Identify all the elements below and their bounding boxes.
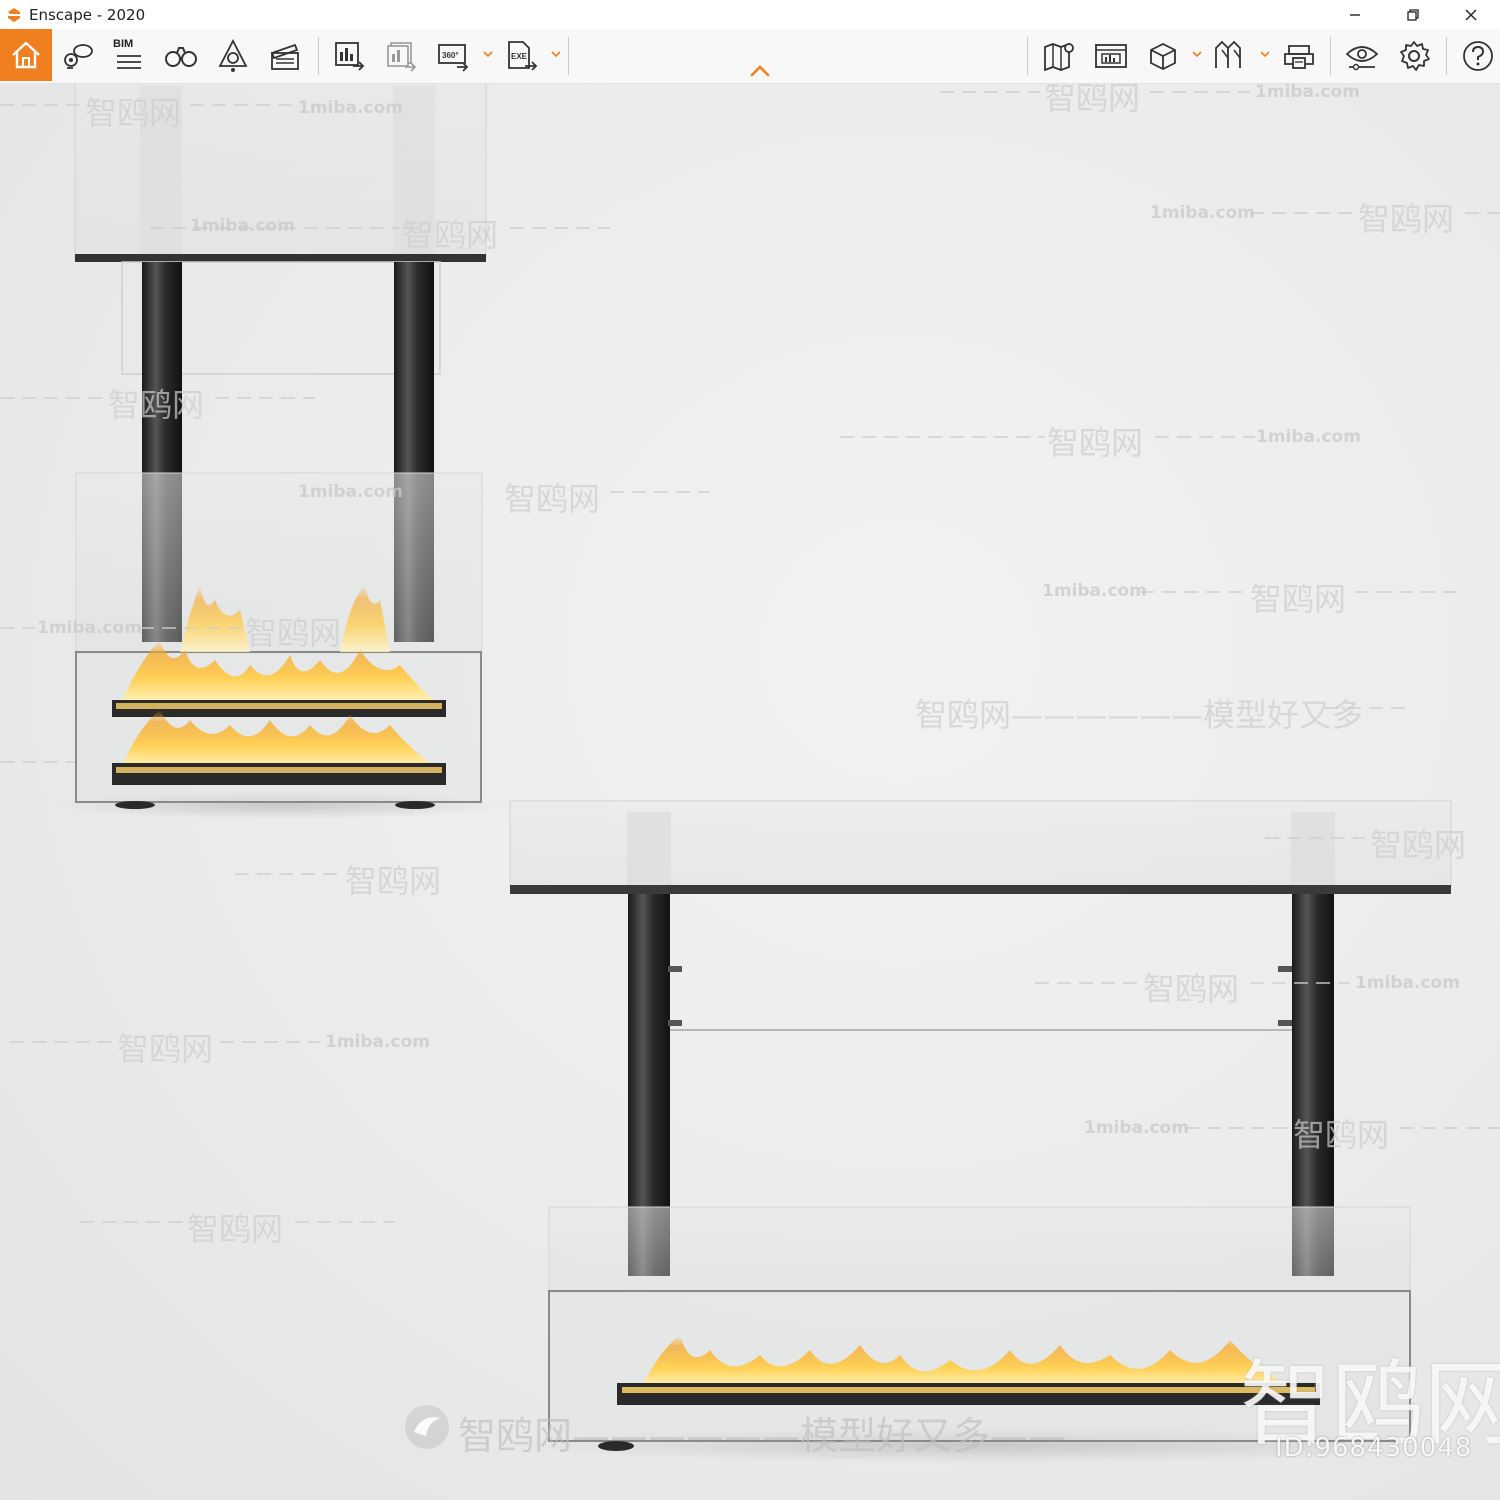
- watermark-brand: 智鸥网: [1044, 84, 1141, 117]
- watermark-domain: 1miba.com: [298, 482, 403, 502]
- chevron-down-icon[interactable]: [481, 47, 495, 61]
- bim-button[interactable]: [106, 33, 152, 79]
- watermark-domain: 1miba.com: [37, 618, 142, 638]
- video-editor-icon: [1095, 44, 1127, 68]
- chevron-down-icon[interactable]: [549, 47, 563, 61]
- binoculars-icon: [165, 47, 197, 67]
- render-viewport[interactable]: 智鸥网 1miba.com 1miba.com 智鸥网 智鸥网 1miba.co…: [0, 84, 1500, 1500]
- watermark-brand: 智鸥网: [187, 1210, 284, 1248]
- window-controls: [1326, 0, 1500, 29]
- toolbar-separator: [1027, 37, 1028, 75]
- restore-icon: [1407, 8, 1419, 21]
- minimize-icon: [1350, 13, 1360, 16]
- eye-settings-icon: [1345, 46, 1379, 71]
- watermark-domain: 1miba.com: [1256, 427, 1361, 447]
- side-view-model: [50, 84, 510, 819]
- window-title: Enscape - 2020: [29, 5, 146, 24]
- toolbar-separator: [1446, 37, 1447, 75]
- batch-render-icon: [387, 42, 417, 72]
- fireplace-render-image: [0, 84, 1500, 1463]
- watermark-id: ID:968430048: [1275, 1433, 1473, 1463]
- panorama-button[interactable]: 360°: [430, 33, 476, 79]
- watermark-domain: 1miba.com: [325, 1032, 430, 1052]
- minimize-button[interactable]: [1326, 0, 1384, 29]
- watermark-domain: 1miba.com: [1355, 973, 1460, 993]
- watermark-brand: 智鸥网: [245, 614, 342, 652]
- watermark-domain: 1miba.com: [1150, 203, 1255, 223]
- export-exe-label: EXE: [511, 52, 528, 61]
- watermark-brand: 智鸥网: [1047, 424, 1144, 462]
- visual-settings-icon: [218, 39, 248, 72]
- clapperboard-icon: [270, 43, 299, 70]
- chevron-down-icon[interactable]: [1190, 47, 1204, 61]
- enscape-logo-icon: [8, 7, 20, 22]
- toolbar-separator: [318, 37, 319, 75]
- visual-settings-button[interactable]: [210, 33, 256, 79]
- cube-view-button[interactable]: [1140, 33, 1186, 79]
- help-icon: [1463, 41, 1493, 71]
- watermark-brand: 智鸥网: [345, 862, 442, 900]
- toolbar-separator: [568, 37, 569, 75]
- collapse-toolbar-button[interactable]: [745, 57, 775, 85]
- multi-views-icon: [1215, 40, 1241, 68]
- watermark-brand: 智鸥网: [1250, 580, 1347, 618]
- watermark-domain: 1miba.com: [1084, 1118, 1189, 1138]
- watermark-domain: 1miba.com: [190, 216, 295, 236]
- render-image-button[interactable]: [326, 33, 372, 79]
- settings-button[interactable]: [1391, 33, 1437, 79]
- gear-icon: [1400, 41, 1430, 71]
- watermark-brand: 智鸥网: [1358, 200, 1455, 238]
- watermark-domain: 1miba.com: [1255, 84, 1360, 102]
- watermark-brand: 智鸥网: [402, 216, 499, 254]
- batch-render-button[interactable]: [378, 33, 424, 79]
- panorama-360-icon: 360°: [438, 44, 469, 72]
- home-button[interactable]: [0, 29, 52, 81]
- chevron-up-icon: [750, 65, 770, 77]
- watermark-slogan-bottom: 智鸥网——————模型好又多——: [458, 1414, 1067, 1458]
- watermark-brand: 智鸥网: [85, 94, 182, 132]
- asset-library-icon: [64, 44, 93, 69]
- watermark-logo-icon: [405, 1405, 449, 1449]
- chevron-down-icon[interactable]: [1258, 47, 1272, 61]
- close-icon: [1465, 9, 1477, 20]
- watermark-brand: 智鸥网: [117, 1030, 214, 1068]
- map-pin-icon: [1044, 42, 1074, 72]
- watermark-brand: 智鸥网: [504, 480, 601, 518]
- watermark-domain: 1miba.com: [298, 98, 403, 118]
- video-editor-button[interactable]: [262, 33, 308, 79]
- asset-library-button[interactable]: [54, 33, 100, 79]
- watermark-brand: 智鸥网: [1370, 826, 1467, 864]
- multi-views-button[interactable]: [1207, 33, 1253, 79]
- help-button[interactable]: [1455, 33, 1500, 79]
- export-exe-icon: EXE: [508, 41, 538, 71]
- title-bar: Enscape - 2020: [0, 0, 1500, 29]
- video-editor-right-button[interactable]: [1088, 33, 1134, 79]
- home-icon: [12, 41, 40, 69]
- close-button[interactable]: [1442, 0, 1500, 29]
- restore-button[interactable]: [1384, 0, 1442, 29]
- watermark-brand: 智鸥网: [108, 386, 205, 424]
- watermark-brand: 智鸥网: [1143, 970, 1240, 1008]
- capture-icon: [1284, 45, 1314, 69]
- toolbar-separator: [1330, 37, 1331, 75]
- map-button[interactable]: [1036, 33, 1082, 79]
- export-exe-button[interactable]: EXE: [498, 33, 544, 79]
- cube-view-icon: [1150, 42, 1176, 71]
- panorama-label: 360°: [442, 51, 459, 60]
- watermark-slogan: 智鸥网——————模型好又多: [915, 696, 1364, 734]
- watermark-brand: 智鸥网: [1293, 1116, 1390, 1154]
- render-image-icon: [335, 42, 365, 71]
- capture-button[interactable]: [1276, 33, 1322, 79]
- binoculars-button[interactable]: [158, 33, 204, 79]
- bim-icon: [117, 55, 141, 69]
- watermark-domain: 1miba.com: [1042, 581, 1147, 601]
- scene-render: 智鸥网 1miba.com 1miba.com 智鸥网 智鸥网 1miba.co…: [0, 84, 1500, 1500]
- view-settings-button[interactable]: [1339, 33, 1385, 79]
